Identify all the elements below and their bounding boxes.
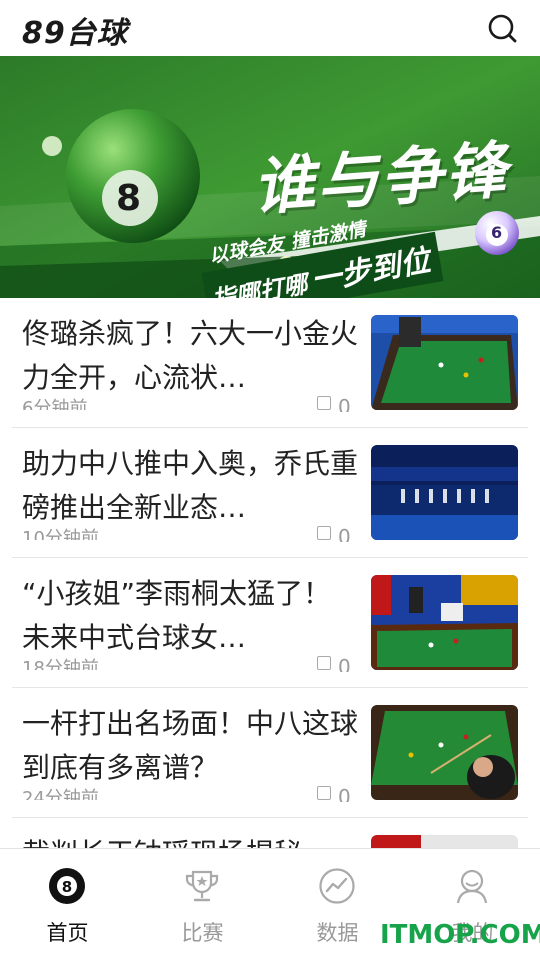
promo-banner[interactable]: 8 6 谁与争锋 以球会友 撞击激情 指哪打哪 一步到位 [0,56,540,298]
news-time: 18分钟前 [22,658,99,670]
search-button[interactable] [484,10,520,46]
comment-icon [317,786,331,800]
comment-icon [317,396,331,410]
news-item[interactable]: 一杆打出名场面！中八这球到底有多离谱？ 24分钟前 0 [0,688,540,818]
comment-count: 0 [338,656,351,672]
tab-label: 首页 [46,921,89,945]
banner-slogan-part-a: 指哪打哪 [209,270,310,298]
comment-count: 0 [338,396,351,412]
news-feed[interactable]: 佟璐杀疯了！六大一小金火力全开，心流状… 6分钟前 0 助力中八推中入奥，乔氏重… [0,298,540,848]
news-time: 24分钟前 [22,788,99,800]
banner-title: 谁与争锋 [250,133,511,224]
tab-home[interactable]: 8 首页 [0,849,135,960]
news-item[interactable]: 佟璐杀疯了！六大一小金火力全开，心流状… 6分钟前 0 [0,298,540,428]
tab-matches[interactable]: 比赛 [135,849,270,960]
comment-count: 0 [338,526,351,542]
tab-label: 比赛 [181,921,224,945]
news-thumbnail [371,575,518,670]
news-thumbnail [371,315,518,410]
news-item[interactable]: 助力中八推中入奥，乔氏重磅推出全新业态… 10分钟前 0 [0,428,540,558]
news-item[interactable]: “小孩姐”李雨桐太猛了！未来中式台球女… 18分钟前 0 [0,558,540,688]
news-title: 一杆打出名场面！中八这球到底有多离谱？ [22,707,358,784]
six-ball-number: 6 [491,223,503,242]
news-time: 10分钟前 [22,528,99,540]
user-icon [456,869,488,904]
news-title: 助力中八推中入奥，乔氏重磅推出全新业态… [22,447,358,524]
comment-icon [317,526,331,540]
news-title: 佟璐杀疯了！六大一小金火力全开，心流状… [22,317,358,394]
news-thumbnail [371,705,518,800]
news-thumbnail [371,445,518,540]
app-header: 89台球 [0,0,540,56]
news-item[interactable]: 裁判长王钟瑶现场揭秘 [0,818,540,848]
comment-icon [317,656,331,670]
news-title: “小孩姐”李雨桐太猛了！未来中式台球女… [22,577,332,654]
news-thumbnail [371,835,518,848]
eight-ball-number: 8 [116,178,142,219]
watermark: ITMOP.COM [380,920,540,950]
news-time: 6分钟前 [22,398,88,410]
comment-count: 0 [338,786,351,802]
eight-ball-icon: 8 [49,868,85,904]
news-title: 裁判长王钟瑶现场揭秘 [22,832,358,848]
search-icon [488,14,517,43]
trend-chart-icon [319,868,355,904]
trophy-icon [185,870,219,902]
svg-text:8: 8 [62,878,72,896]
app-logo: 89台球 [22,16,128,51]
